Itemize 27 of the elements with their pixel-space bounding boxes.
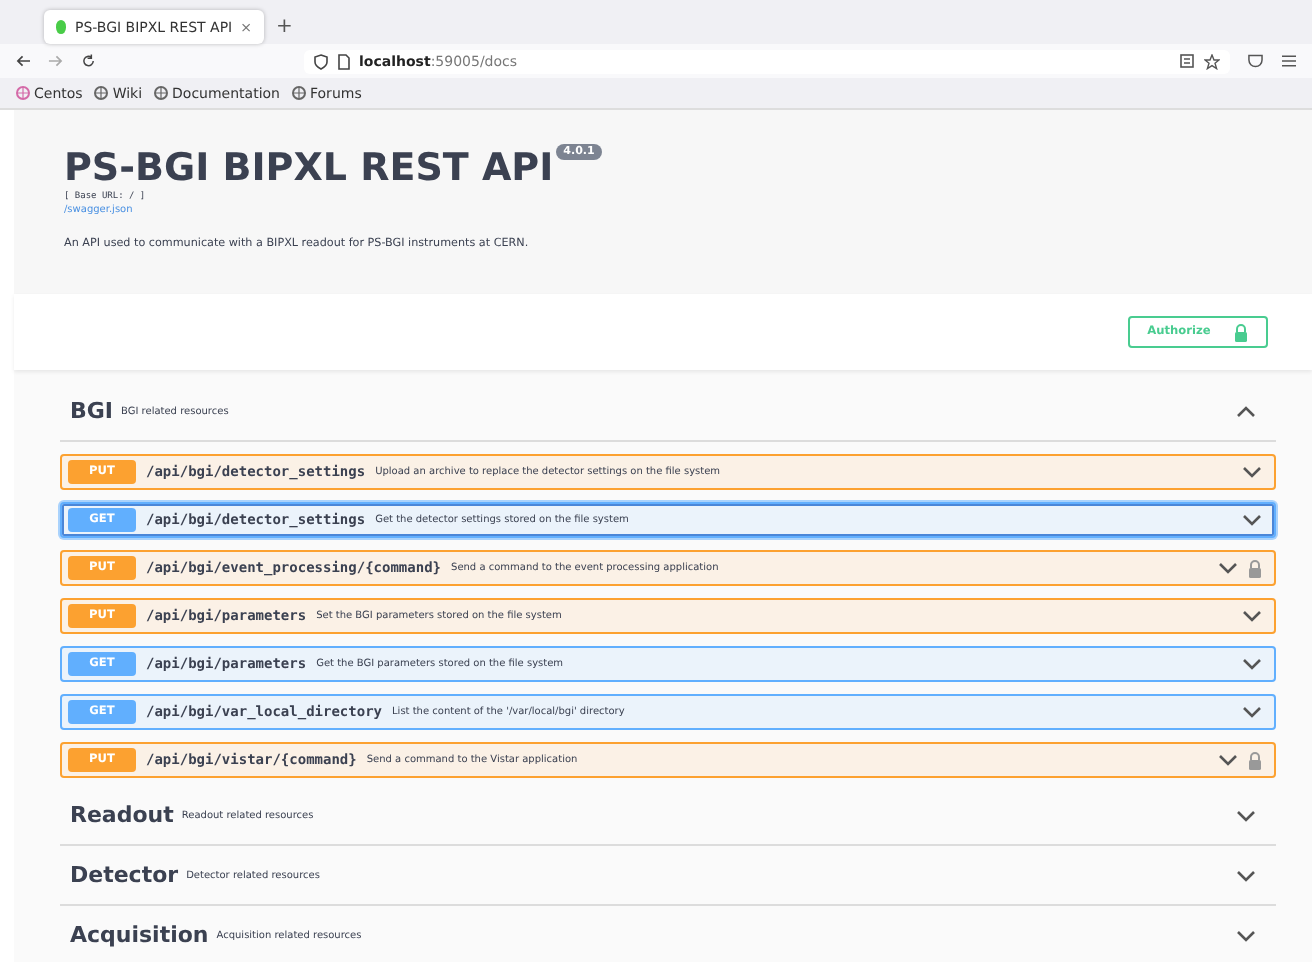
- tag-name: Acquisition: [70, 922, 209, 948]
- chevron-down-icon[interactable]: [1242, 658, 1262, 670]
- chevron-down-icon[interactable]: [1242, 514, 1262, 526]
- lock-icon[interactable]: [1248, 751, 1262, 769]
- chevron-down-icon[interactable]: [1236, 929, 1256, 941]
- menu-icon[interactable]: [1281, 54, 1297, 68]
- api-title: PS-BGI BIPXL REST API: [64, 146, 554, 190]
- chevron-down-icon[interactable]: [1218, 562, 1238, 574]
- new-tab-button[interactable]: +: [276, 10, 293, 44]
- reload-icon[interactable]: [81, 54, 96, 68]
- shield-icon: [313, 53, 328, 69]
- tag-name: BGI: [70, 398, 114, 424]
- reader-icon[interactable]: [1180, 53, 1195, 67]
- star-icon[interactable]: [1204, 53, 1221, 69]
- lock-icon[interactable]: [1248, 559, 1262, 577]
- chevron-up-icon[interactable]: [1236, 405, 1256, 417]
- tag-name: Detector: [70, 862, 179, 888]
- chevron-down-icon[interactable]: [1218, 754, 1238, 766]
- back-icon[interactable]: [16, 54, 31, 68]
- chevron-down-icon[interactable]: [1236, 869, 1256, 881]
- page-icon: [337, 53, 350, 69]
- chevron-down-icon[interactable]: [1236, 809, 1256, 821]
- chevron-down-icon[interactable]: [1242, 466, 1262, 478]
- tag-name: Readout: [70, 802, 174, 828]
- favicon-icon: [56, 20, 67, 34]
- chevron-down-icon[interactable]: [1242, 610, 1262, 622]
- chevron-down-icon[interactable]: [1242, 706, 1262, 718]
